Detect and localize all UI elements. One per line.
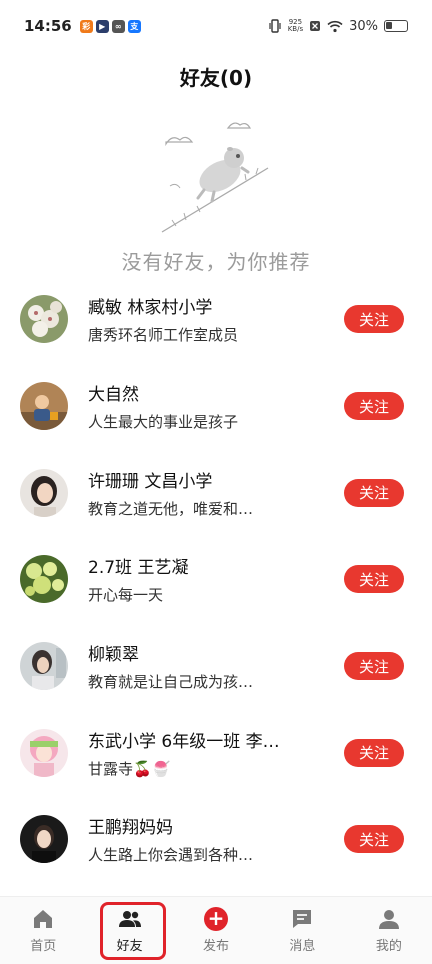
no-sim-icon: [310, 21, 321, 31]
bottom-nav: 首页 好友 + 发布 消息 我的: [0, 896, 432, 964]
user-info: 柳颖翠 教育就是让自己成为孩…: [88, 640, 326, 692]
nav-profile[interactable]: 我的: [346, 897, 432, 964]
user-name: 2.7班 王艺凝: [88, 558, 189, 579]
user-info: 许珊珊 文昌小学 教育之道无他，唯爱和…: [88, 467, 326, 519]
avatar[interactable]: [20, 728, 68, 777]
list-item[interactable]: 柳颖翠 教育就是让自己成为孩… 关注: [0, 623, 432, 710]
avatar[interactable]: [20, 468, 68, 517]
user-info: 大自然 人生最大的事业是孩子: [88, 380, 326, 432]
follow-button[interactable]: 关注: [344, 305, 404, 334]
user-info: 臧敏 林家村小学 唐秀环名师工作室成员: [88, 293, 326, 345]
list-item[interactable]: 2.7班 王艺凝 开心每一天 关注: [0, 536, 432, 623]
user-description: 教育就是让自己成为孩…: [88, 673, 254, 692]
user-name: 柳颖翠: [88, 645, 139, 666]
wifi-icon: [327, 20, 343, 32]
empty-state-message: 没有好友，为你推荐: [121, 250, 311, 274]
user-info: 王鹏翔妈妈 人生路上你会遇到各种…: [88, 813, 326, 865]
message-icon: [293, 910, 312, 928]
follow-button[interactable]: 关注: [344, 478, 404, 507]
app-icon-alipay: 支: [127, 19, 141, 33]
user-name: 大自然: [88, 385, 139, 406]
nav-publish[interactable]: + 发布: [173, 897, 259, 964]
home-icon: [34, 910, 53, 928]
network-speed: 925 KB/s: [288, 19, 303, 33]
battery-icon: [384, 20, 408, 32]
avatar[interactable]: [20, 382, 68, 431]
net-speed-unit: KB/s: [287, 25, 304, 33]
user-description: 唐秀环名师工作室成员: [88, 326, 239, 345]
recommended-user-list: 臧敏 林家村小学 唐秀环名师工作室成员 关注 大自然 人生最大的事业是孩子 关注…: [0, 276, 432, 883]
follow-button[interactable]: 关注: [344, 738, 404, 767]
user-name: 东武小学 6年级一班 李…: [88, 731, 280, 752]
list-item[interactable]: 许珊珊 文昌小学 教育之道无他，唯爱和… 关注: [0, 449, 432, 536]
avatar[interactable]: [20, 295, 68, 344]
nav-publish-label: 发布: [203, 939, 230, 954]
publish-icon: +: [204, 907, 229, 931]
follow-button[interactable]: 关注: [344, 825, 404, 854]
avatar[interactable]: [20, 555, 68, 604]
nav-messages[interactable]: 消息: [259, 897, 345, 964]
nav-home[interactable]: 首页: [0, 897, 86, 964]
empty-state-illustration-icon: [161, 122, 269, 233]
user-description: 甘露寺🍒🍧: [88, 759, 171, 778]
list-item[interactable]: 大自然 人生最大的事业是孩子 关注: [0, 363, 432, 450]
avatar[interactable]: [20, 642, 68, 691]
battery-percent: 30%: [349, 18, 378, 34]
status-bar: 14:56 彩 ▶ ∞ 支 925 KB/s 30%: [0, 0, 432, 52]
status-time: 14:56: [24, 17, 72, 35]
nav-messages-label: 消息: [289, 939, 316, 954]
vibrate-icon: [269, 19, 281, 33]
user-name: 臧敏 林家村小学: [88, 298, 213, 319]
user-description: 人生最大的事业是孩子: [88, 413, 239, 432]
user-description: 教育之道无他，唯爱和…: [88, 499, 254, 518]
follow-button[interactable]: 关注: [344, 392, 404, 421]
list-item[interactable]: 王鹏翔妈妈 人生路上你会遇到各种… 关注: [0, 796, 432, 883]
follow-button[interactable]: 关注: [344, 565, 404, 594]
user-description: 人生路上你会遇到各种…: [88, 846, 254, 865]
status-right: 925 KB/s 30%: [268, 19, 408, 34]
profile-icon: [378, 910, 399, 929]
avatar[interactable]: [20, 815, 68, 864]
user-name: 王鹏翔妈妈: [88, 818, 173, 839]
follow-button[interactable]: 关注: [344, 652, 404, 681]
app-icon-link: ∞: [111, 19, 125, 33]
app-icon-dark: ▶: [95, 19, 109, 33]
user-info: 东武小学 6年级一班 李… 甘露寺🍒🍧: [88, 727, 326, 779]
page-title: 好友(0): [179, 66, 253, 90]
list-item[interactable]: 东武小学 6年级一班 李… 甘露寺🍒🍧 关注: [0, 709, 432, 796]
user-info: 2.7班 王艺凝 开心每一天: [88, 553, 326, 605]
user-description: 开心每一天: [88, 586, 164, 605]
nav-profile-label: 我的: [375, 939, 402, 954]
app-icon-orange: 彩: [79, 19, 93, 33]
user-name: 许珊珊 文昌小学: [88, 471, 213, 492]
list-item[interactable]: 臧敏 林家村小学 唐秀环名师工作室成员 关注: [0, 276, 432, 363]
nav-home-label: 首页: [30, 939, 57, 954]
friends-tab-highlight: [100, 902, 166, 960]
status-app-icons: 彩 ▶ ∞ 支: [79, 19, 141, 33]
